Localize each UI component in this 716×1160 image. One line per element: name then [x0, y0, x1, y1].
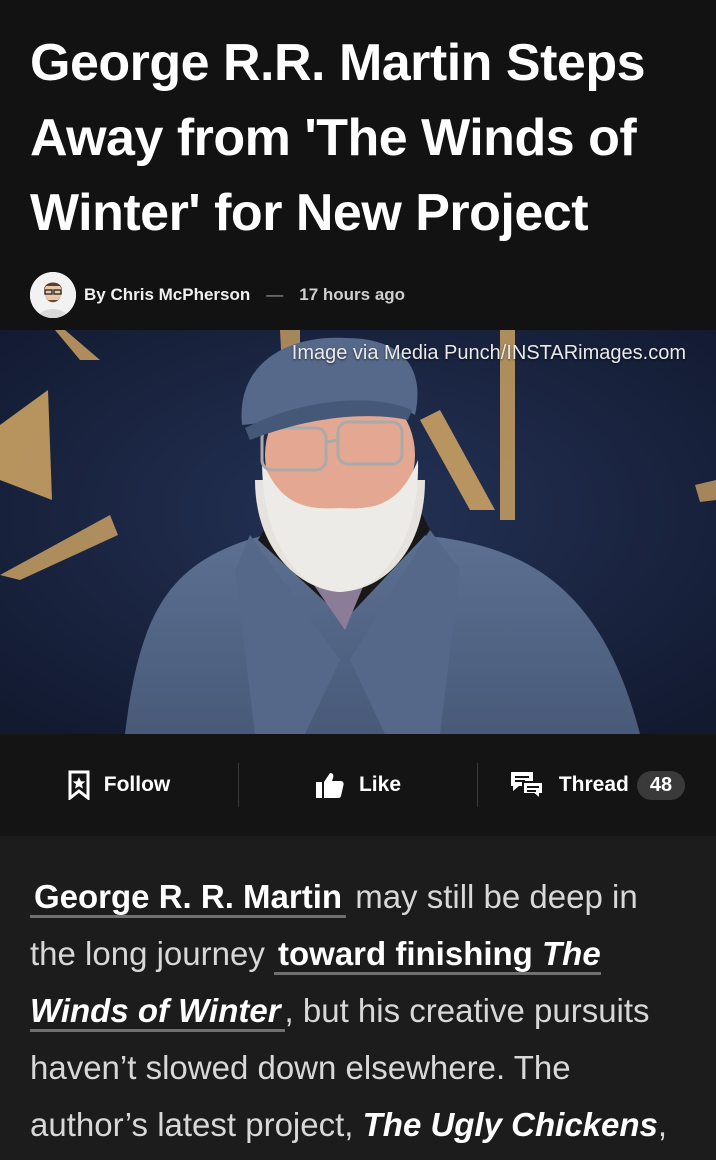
thumbs-up-icon — [315, 773, 344, 798]
hero-photo — [0, 330, 716, 734]
chat-bubbles-icon — [510, 772, 544, 800]
like-label: Like — [358, 773, 402, 796]
article-headline: George R.R. Martin Steps Away from 'The … — [30, 34, 646, 242]
byline-separator: — — [266, 285, 284, 304]
link-text: toward finishing — [278, 935, 542, 972]
follow-label: Follow — [103, 773, 171, 796]
image-credit: Image via Media Punch/INSTARimages.com — [291, 342, 686, 364]
author-avatar-icon — [30, 272, 76, 318]
author-name-link[interactable]: By Chris McPherson — [84, 285, 250, 305]
article-action-bar: Follow Like Thread 48 — [0, 734, 716, 836]
author-avatar[interactable] — [30, 272, 76, 318]
like-button[interactable]: Like — [239, 763, 477, 807]
project-title: The Ugly Chickens — [362, 1106, 658, 1143]
byline: By Chris McPherson — 17 hours ago — [0, 251, 716, 319]
thread-button[interactable]: Thread 48 — [478, 763, 716, 807]
author-link[interactable]: George R. R. Martin — [30, 878, 347, 918]
article-page: George R.R. Martin Steps Away from 'The … — [0, 0, 716, 1160]
article-paragraph: George R. R. Martin may still be deep in… — [0, 836, 716, 1153]
paragraph-text: , — [657, 1106, 668, 1143]
thread-label: Thread — [558, 773, 629, 796]
thread-count-badge: 48 — [636, 770, 686, 800]
published-time: 17 hours ago — [299, 285, 406, 304]
follow-button[interactable]: Follow — [0, 763, 238, 807]
article-body: George R. R. Martin may still be deep in… — [0, 836, 716, 1160]
hero-image[interactable]: Image via Media Punch/INSTARimages.com — [0, 330, 716, 734]
bookmark-star-icon — [68, 770, 90, 800]
